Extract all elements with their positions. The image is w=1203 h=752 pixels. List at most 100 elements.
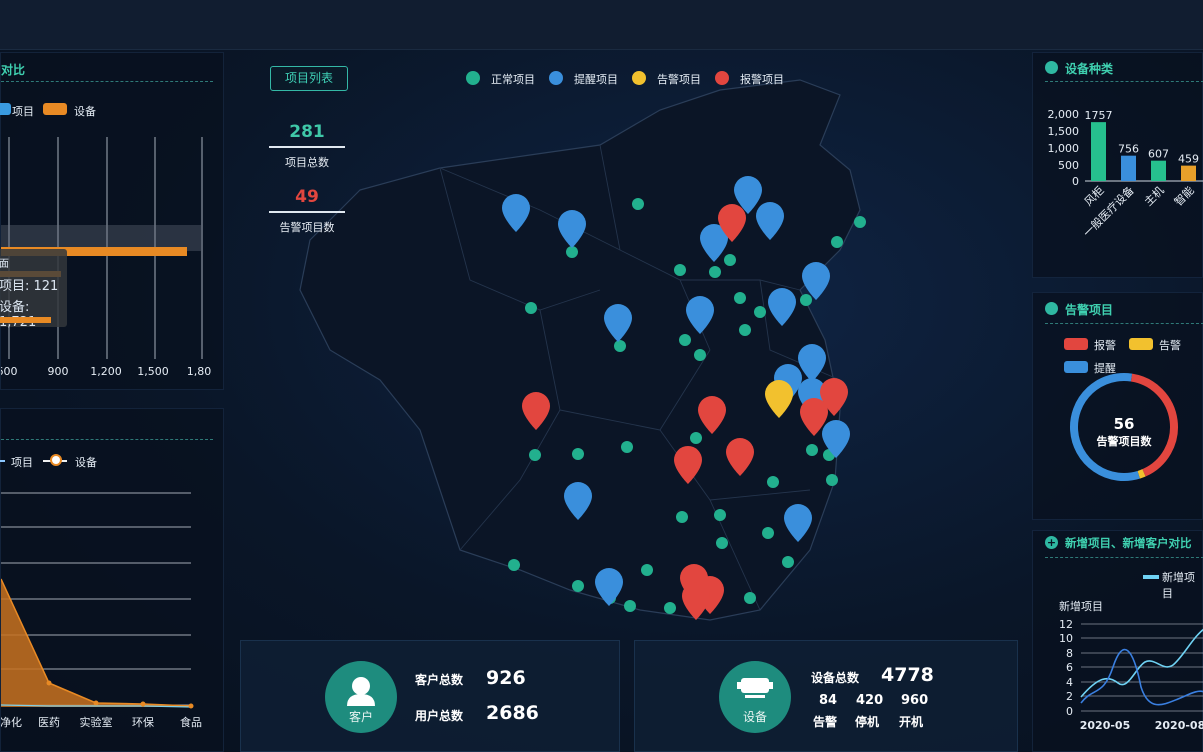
panel-title: 设备种类 bbox=[1065, 62, 1114, 76]
normal-project-dot bbox=[800, 294, 812, 306]
x-tick: 净化 bbox=[1, 715, 22, 729]
legend-label-alarm: 报警 bbox=[1094, 339, 1116, 352]
customer-total-value: 926 bbox=[486, 667, 526, 689]
customer-icon-label: 客户 bbox=[348, 710, 373, 724]
bar-value-label: 607 bbox=[1148, 148, 1169, 161]
device-total-label: 设备总数 bbox=[811, 671, 860, 685]
remind-pins bbox=[502, 176, 850, 606]
device-run-count: 960 bbox=[901, 693, 929, 708]
x-tick: 实验室 bbox=[80, 715, 113, 729]
customer-icon-circle: 客户 bbox=[325, 661, 397, 733]
y-tick: 500 bbox=[1058, 159, 1079, 172]
normal-project-dot bbox=[767, 476, 779, 488]
y-tick: 12 bbox=[1059, 618, 1073, 631]
normal-project-dot bbox=[826, 474, 838, 486]
panel-title: 对比 bbox=[1, 63, 26, 77]
device-icon-circle: 设备 bbox=[719, 661, 791, 733]
device-types-bar-chart: 2,000 1,500 1,000 500 0 1757风柜756一般医疗设备6… bbox=[1048, 108, 1203, 240]
legend-label-device: 设备 bbox=[74, 105, 96, 118]
area-series-device bbox=[1, 579, 191, 707]
point bbox=[140, 701, 146, 707]
legend-line-project bbox=[0, 460, 5, 462]
device-types-panel: 设备种类 2,000 1,500 1,000 500 0 1757 风柜 756 一般… bbox=[1032, 52, 1203, 278]
alarm-project-pin bbox=[698, 396, 726, 434]
x-tick: 600 bbox=[1, 365, 18, 378]
title-divider bbox=[1045, 323, 1203, 324]
tooltip-project: 项目: 121 bbox=[0, 279, 59, 294]
normal-project-dot bbox=[754, 306, 766, 318]
legend-line-new-projects bbox=[1143, 575, 1159, 579]
normal-project-dot bbox=[621, 441, 633, 453]
normal-project-dot bbox=[714, 509, 726, 521]
device-type-bar bbox=[1151, 160, 1166, 181]
bar-value-label: 459 bbox=[1178, 153, 1199, 166]
point bbox=[93, 700, 99, 706]
normal-project-dot bbox=[762, 527, 774, 539]
new-projects-panel: + 新增项目、新增客户对比 新增项目 新增项目 12 10 8 6 4 2 0 … bbox=[1032, 530, 1203, 752]
remind-project-pin bbox=[784, 504, 812, 542]
device-stop-count: 420 bbox=[856, 693, 884, 708]
remind-project-pin bbox=[564, 482, 592, 520]
title-divider bbox=[1, 81, 213, 82]
normal-project-dot bbox=[632, 198, 644, 210]
donut-value: 56 bbox=[1114, 415, 1135, 433]
industry-area-chart: 净化 医药 实验室 环保 食品 bbox=[1, 492, 202, 729]
donut-label: 告警项目数 bbox=[1097, 434, 1153, 448]
normal-project-dot bbox=[674, 264, 686, 276]
normal-project-dot bbox=[624, 600, 636, 612]
y-tick: 1,000 bbox=[1048, 142, 1080, 155]
remind-project-pin bbox=[502, 194, 530, 232]
y-tick: 6 bbox=[1066, 661, 1073, 674]
new-projects-line-chart: 12 10 8 6 4 2 0 2020-05 2020-08 bbox=[1059, 618, 1203, 732]
device-total-value: 4778 bbox=[881, 664, 934, 686]
normal-project-dot bbox=[676, 511, 688, 523]
point bbox=[188, 703, 194, 709]
remind-project-pin bbox=[768, 288, 796, 326]
y-tick: 8 bbox=[1066, 647, 1073, 660]
normal-project-dot bbox=[572, 580, 584, 592]
bar-value-label: 756 bbox=[1118, 143, 1139, 156]
category-label: 主机 bbox=[1141, 183, 1166, 208]
y-tick: 0 bbox=[1072, 175, 1079, 188]
x-tick: 1,80 bbox=[187, 365, 212, 378]
legend-dot-device bbox=[50, 454, 62, 466]
normal-project-dot bbox=[641, 564, 653, 576]
normal-project-dot bbox=[572, 448, 584, 460]
donut-slice bbox=[1137, 469, 1146, 479]
chart-tooltip: 面 项目: 121 设备: 1,721 bbox=[0, 249, 67, 330]
remind-project-pin bbox=[686, 296, 714, 334]
device-alarm-count: 84 bbox=[819, 693, 838, 708]
y-tick: 10 bbox=[1059, 632, 1073, 645]
y-tick: 4 bbox=[1066, 676, 1073, 689]
left-top-panel: 对比 项目 设备 600 900 1,200 1,500 1,80 面 项目: … bbox=[0, 52, 224, 390]
x-tick: 食品 bbox=[180, 715, 202, 729]
alarm-projects-icon bbox=[1045, 302, 1058, 315]
title-divider bbox=[1045, 557, 1203, 558]
normal-project-dot bbox=[744, 592, 756, 604]
title-divider bbox=[1, 439, 213, 440]
alarm-project-pin bbox=[682, 582, 710, 620]
remind-project-pin bbox=[798, 344, 826, 382]
y-tick: 2 bbox=[1066, 690, 1073, 703]
panel-title: 告警项目 bbox=[1065, 303, 1114, 317]
alarm-project-pin bbox=[522, 392, 550, 430]
legend-swatch-alarm bbox=[1064, 338, 1088, 350]
left-bottom-panel: 项目 设备 净化 医药 实验室 环保 食品 bbox=[0, 408, 224, 752]
device-summary-panel: 设备 设备总数 4778 84 告警 420 停机 960 开机 bbox=[634, 640, 1018, 752]
x-tick: 900 bbox=[48, 365, 69, 378]
device-types-icon bbox=[1045, 61, 1058, 74]
tooltip-sw2 bbox=[0, 317, 51, 323]
normal-project-dot bbox=[664, 602, 676, 614]
x-tick: 1,500 bbox=[137, 365, 169, 378]
y-tick: 1,500 bbox=[1048, 125, 1080, 138]
category-label: 智能 bbox=[1171, 183, 1196, 208]
x-tick: 2020-05 bbox=[1080, 719, 1131, 732]
device-run-label: 开机 bbox=[899, 715, 924, 729]
normal-project-dot bbox=[734, 292, 746, 304]
device-stop-label: 停机 bbox=[855, 715, 880, 729]
x-tick: 1,200 bbox=[90, 365, 122, 378]
y-tick: 0 bbox=[1066, 705, 1073, 718]
series-line-light bbox=[1080, 628, 1203, 698]
normal-project-dot bbox=[709, 266, 721, 278]
bar-value-label: 1757 bbox=[1085, 109, 1113, 122]
